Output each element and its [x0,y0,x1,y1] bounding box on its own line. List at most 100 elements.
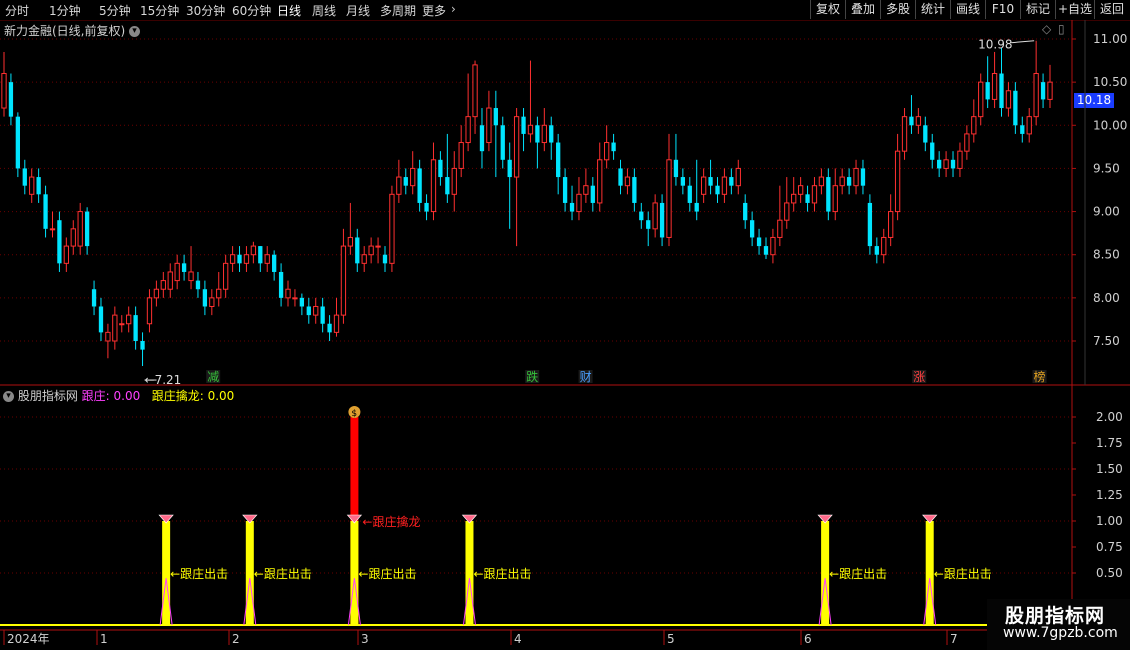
indicator-y-tick-label: 1.00 [1096,514,1123,528]
candle-body [389,193,395,264]
tab-multi-period[interactable]: 多周期 [380,2,416,19]
candle-body [299,297,305,307]
tab-15min[interactable]: 15分钟 [140,2,179,19]
candle-body [971,116,977,135]
add-watchlist-button[interactable]: +自选 [1055,0,1094,19]
tab-1min[interactable]: 1分钟 [49,2,81,19]
candle-body [140,341,145,350]
candle-body [680,177,686,186]
chevron-down-icon[interactable]: ▾ [129,26,141,37]
indicator-y-tick-label: 1.50 [1096,462,1123,476]
candle-body [521,116,526,134]
indicator-header: ▾ 股朋指标网 跟庄: 0.00 跟庄擒龙: 0.00 [3,387,234,404]
tab-5min[interactable]: 5分钟 [99,2,131,19]
candle-body [562,177,568,203]
candle-body [874,246,879,255]
candle-body [1,73,7,109]
tab-daily[interactable]: 日线 [277,2,301,19]
candle-body [687,185,692,203]
candle-body [493,108,498,126]
fuquan-button[interactable]: 复权 [810,0,845,19]
candle-body [978,81,984,118]
watermark-logo: 股朋指标网 www.7gpzb.com [987,599,1130,650]
y-tick-label: 11.00 [1093,32,1127,46]
candle-body [604,142,610,161]
candle-body [652,202,658,230]
grid-lines [0,38,1072,574]
diamond-icon[interactable]: ◇ [1042,22,1051,36]
candle-body [430,159,437,213]
candle-body [618,168,623,186]
signal-line [818,578,832,626]
signal-bar [162,521,171,625]
candle-body [743,202,748,221]
chevron-down-icon[interactable]: ▾ [3,391,14,402]
statistics-button[interactable]: 统计 [915,0,950,19]
candle-body [355,237,360,264]
candle-body [209,297,215,307]
candle-body [549,125,554,143]
candle-body [63,245,69,264]
back-button[interactable]: 返回 [1094,0,1129,19]
candle-body [237,254,242,264]
candle-body [382,254,388,264]
candle-body [541,124,547,144]
overlay-button[interactable]: 叠加 [845,0,880,19]
candle-body [715,185,720,195]
x-tick-label: 2 [232,632,240,646]
candle-body [313,305,319,316]
tab-fenshi[interactable]: 分时 [5,2,29,19]
main-chart-title: 新力金融(日线,前复权) ▾ [4,22,141,39]
candle-body [700,176,707,195]
money-bag-symbol: $ [351,409,357,419]
candle-body [1005,90,1012,109]
candle-body [105,331,111,342]
f10-button[interactable]: F10 [985,0,1020,19]
candle-body [49,228,56,231]
candle-body [860,168,866,186]
gem-icon [922,514,938,524]
candle-body [735,167,741,187]
tab-60min[interactable]: 60分钟 [232,2,271,19]
candle-body [937,159,942,169]
event-marker: 跌 [526,369,538,384]
draw-line-button[interactable]: 画线 [950,0,985,19]
y-tick-label: 7.50 [1093,334,1120,348]
tab-monthly[interactable]: 月线 [346,2,370,19]
candle-body [133,315,138,341]
candle-body [340,245,347,316]
signal-label: ←跟庄出击 [934,566,992,581]
y-tick-label: 9.00 [1093,205,1120,219]
candle-body [930,142,935,160]
watermark-title: 股朋指标网 [1005,605,1106,627]
indicator-y-tick-label: 2.00 [1096,410,1123,424]
current-price-box: 10.18 [1074,93,1114,108]
tab-30min[interactable]: 30分钟 [186,2,225,19]
signal-bar [821,521,830,625]
event-marker-bg [525,370,540,383]
candle-body [472,64,478,118]
indicator-y-tick-label: 0.75 [1096,540,1123,554]
candle-body [146,297,153,325]
tab-more[interactable]: 更多 [422,2,446,19]
signal-bar [245,521,254,625]
multi-stock-button[interactable]: 多股 [880,0,915,19]
candle-body [160,280,166,290]
candle-body [77,211,83,247]
candle-body [576,193,582,213]
chevron-right-icon[interactable]: › [451,2,456,16]
tab-weekly[interactable]: 周线 [312,2,336,19]
candle-body [174,262,180,282]
candle-body [445,177,450,195]
signal-label: ←跟庄出击 [358,566,416,581]
candle-body [57,220,62,264]
mark-button[interactable]: 标记 [1020,0,1055,19]
signal-line [243,578,257,626]
candle-body [202,289,208,307]
panel-toggle-icon[interactable]: ▯ [1058,22,1065,36]
candle-body [832,185,838,213]
candle-body [909,116,914,126]
candle-body [1047,81,1053,100]
indicator-name[interactable]: 股朋指标网 [18,389,78,403]
candle-body [84,211,90,247]
